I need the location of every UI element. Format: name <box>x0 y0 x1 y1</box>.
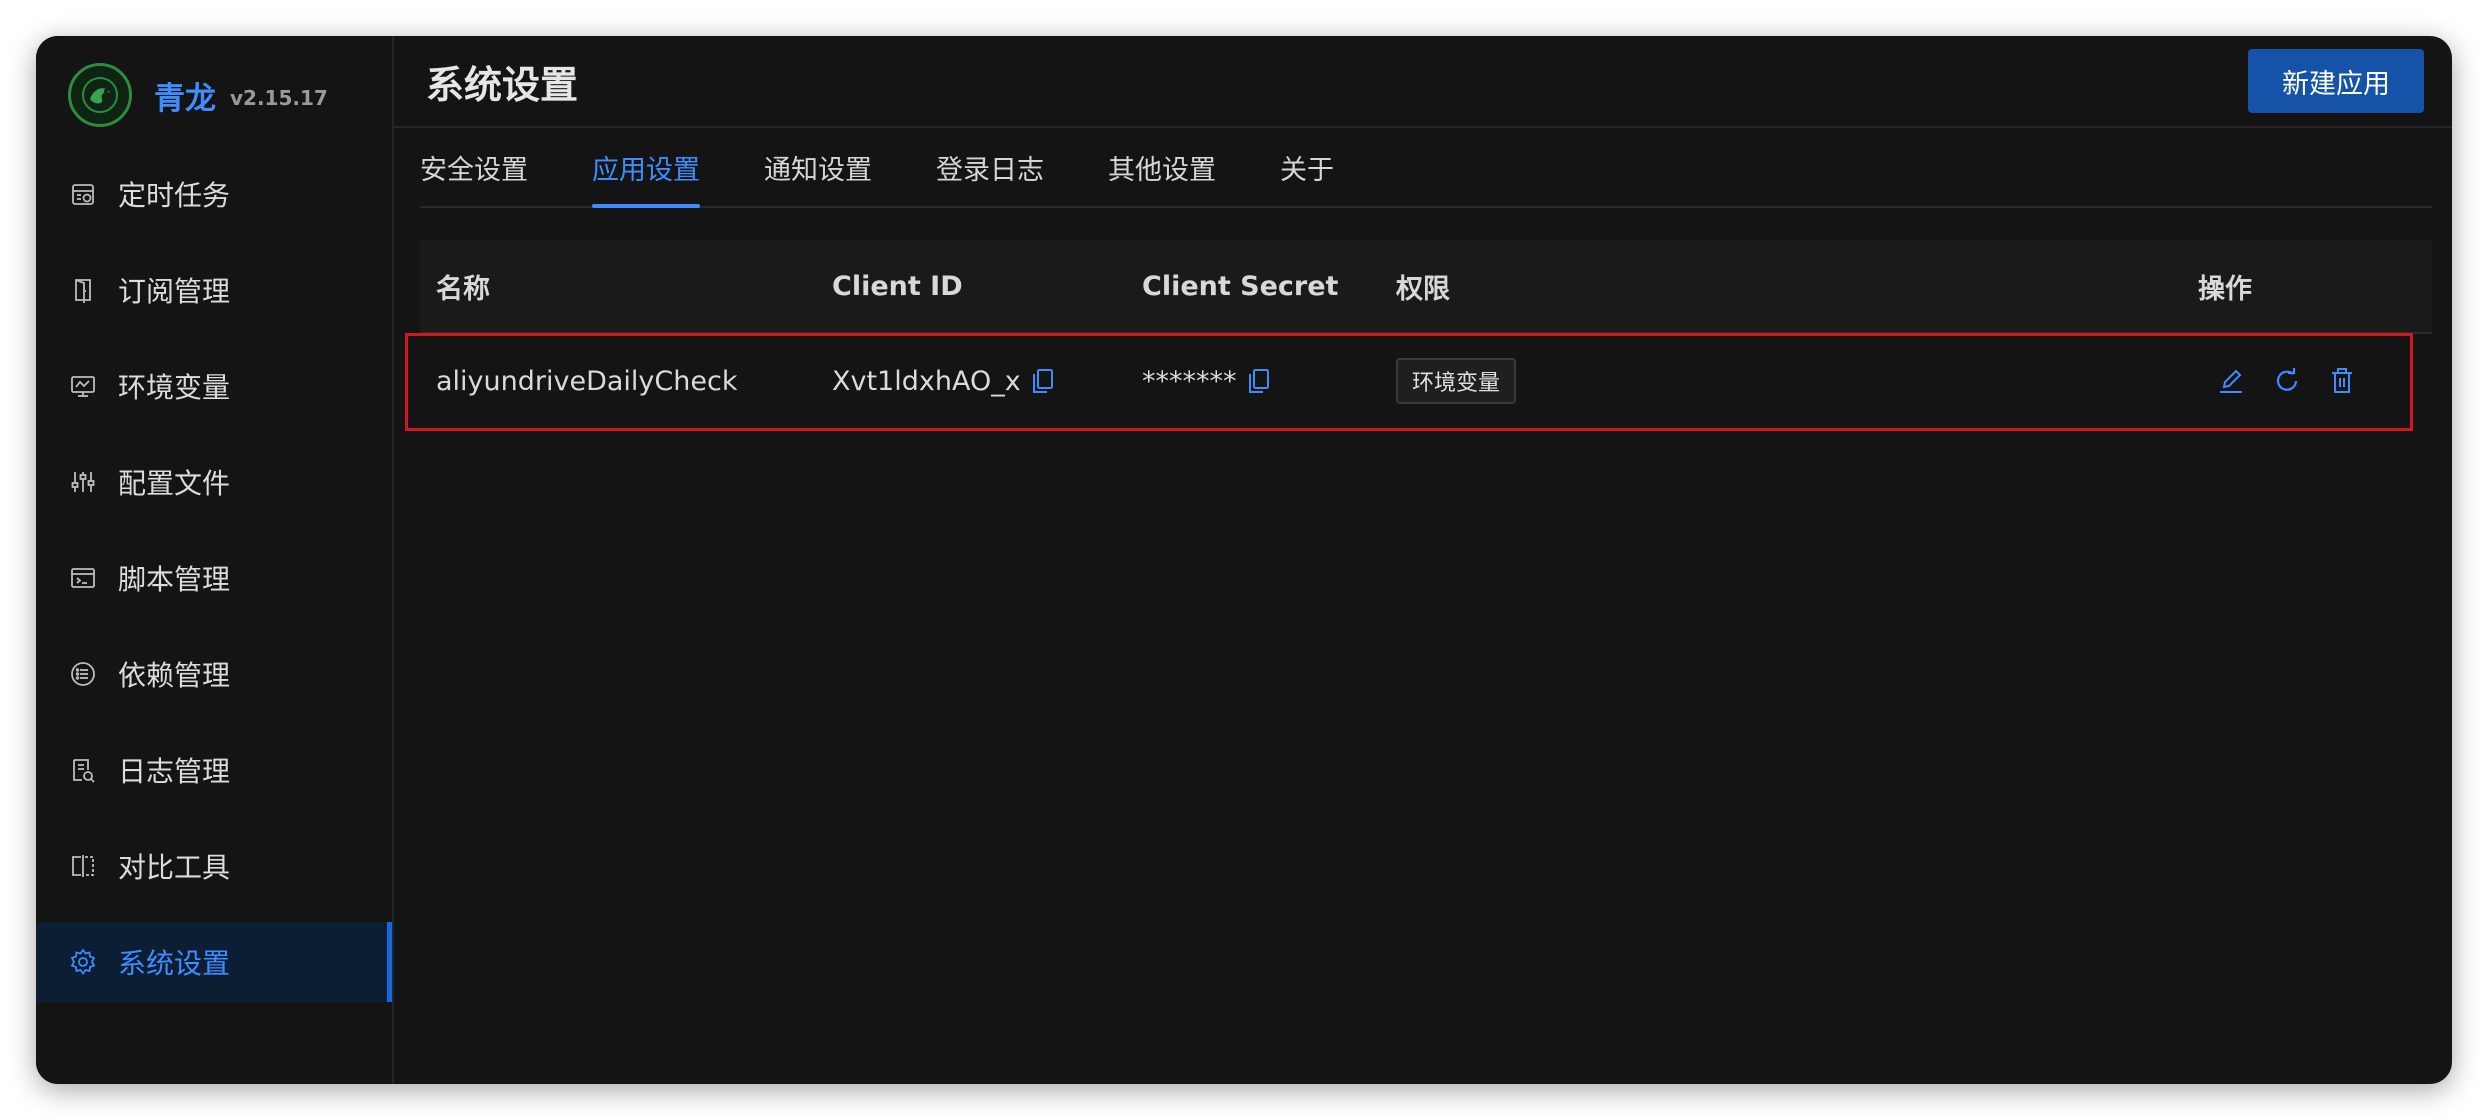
column-header-permission: 权限 <box>1396 273 1450 305</box>
sidebar-item-env[interactable]: 环境变量 <box>36 346 392 426</box>
qinglong-logo-icon <box>68 63 132 127</box>
sidebar-item-label: 配置文件 <box>118 467 231 500</box>
brand: 青龙 v2.15.17 <box>36 36 392 154</box>
apps-table: 名称 Client ID Client Secret 权限 操作 aliyund… <box>405 240 2432 431</box>
client-secret-value: ******* <box>1142 365 1237 397</box>
list-circle-icon <box>68 659 98 689</box>
sidebar-item-settings[interactable]: 系统设置 <box>36 922 392 1002</box>
sidebar-item-logs[interactable]: 日志管理 <box>36 730 392 810</box>
log-file-icon <box>68 755 98 785</box>
copy-client-id-icon[interactable] <box>1031 368 1055 394</box>
sidebar-item-label: 对比工具 <box>118 851 231 884</box>
sidebar-item-diff[interactable]: 对比工具 <box>36 826 392 906</box>
page-header: 系统设置 新建应用 <box>394 36 2452 128</box>
app-name: 青龙 <box>154 80 216 117</box>
column-header-name: 名称 <box>436 273 490 305</box>
table-header: 名称 Client ID Client Secret 权限 操作 <box>420 240 2432 334</box>
client-secret-cell: ******* <box>1126 366 1380 397</box>
sidebar-item-scripts[interactable]: 脚本管理 <box>36 538 392 618</box>
column-header-client-secret: Client Secret <box>1142 270 1339 302</box>
sliders-icon <box>68 467 98 497</box>
sidebar-item-label: 日志管理 <box>118 755 231 788</box>
permission-tag: 环境变量 <box>1396 358 1517 404</box>
sidebar-item-label: 系统设置 <box>118 947 231 980</box>
tab-about[interactable]: 关于 <box>1280 128 1334 206</box>
column-header-actions: 操作 <box>2198 273 2252 305</box>
calendar-clock-icon <box>68 179 98 209</box>
tab-security[interactable]: 安全设置 <box>420 128 528 206</box>
settings-tabs: 安全设置 应用设置 通知设置 登录日志 其他设置 关于 <box>420 128 2432 208</box>
split-compare-icon <box>68 851 98 881</box>
reset-refresh-icon[interactable] <box>2272 366 2302 396</box>
client-id-cell: Xvt1ldxhAO_x <box>816 366 1126 397</box>
sidebar-item-dependencies[interactable]: 依赖管理 <box>36 634 392 714</box>
sidebar-item-subscription[interactable]: 订阅管理 <box>36 250 392 330</box>
copy-client-secret-icon[interactable] <box>1247 368 1271 394</box>
app-window: 青龙 v2.15.17 定时任务 订阅管理 环境变量 配置文件 脚本管理 依赖管… <box>36 36 2452 1084</box>
sidebar-item-config[interactable]: 配置文件 <box>36 442 392 522</box>
sidebar-item-cron[interactable]: 定时任务 <box>36 154 392 234</box>
actions-cell <box>2182 366 2412 396</box>
tab-login-log[interactable]: 登录日志 <box>936 128 1044 206</box>
sidebar-item-label: 定时任务 <box>118 179 231 212</box>
subscription-door-icon <box>68 275 98 305</box>
app-name-cell: aliyundriveDailyCheck <box>436 365 738 397</box>
main-content: 系统设置 新建应用 安全设置 应用设置 通知设置 登录日志 其他设置 关于 名称… <box>394 36 2452 1084</box>
sidebar-item-label: 环境变量 <box>118 371 231 404</box>
sidebar-item-label: 订阅管理 <box>118 275 231 308</box>
permission-cell: 环境变量 <box>1380 358 2182 404</box>
monitor-icon <box>68 371 98 401</box>
sidebar: 青龙 v2.15.17 定时任务 订阅管理 环境变量 配置文件 脚本管理 依赖管… <box>36 36 394 1084</box>
sidebar-menu: 定时任务 订阅管理 环境变量 配置文件 脚本管理 依赖管理 日志管理 对比工具 … <box>36 154 392 1002</box>
sidebar-item-label: 依赖管理 <box>118 659 231 692</box>
tab-other-settings[interactable]: 其他设置 <box>1108 128 1216 206</box>
gear-icon <box>68 947 98 977</box>
new-app-button[interactable]: 新建应用 <box>2248 49 2424 113</box>
page-title: 系统设置 <box>426 62 579 107</box>
terminal-icon <box>68 563 98 593</box>
delete-trash-icon[interactable] <box>2328 366 2356 396</box>
tab-app-settings[interactable]: 应用设置 <box>592 128 700 208</box>
app-version: v2.15.17 <box>230 86 328 110</box>
sidebar-item-label: 脚本管理 <box>118 563 231 596</box>
table-row: aliyundriveDailyCheck Xvt1ldxhAO_x *****… <box>405 333 2413 431</box>
edit-icon[interactable] <box>2216 366 2246 396</box>
column-header-client-id: Client ID <box>832 270 963 302</box>
tab-notifications[interactable]: 通知设置 <box>764 128 872 206</box>
client-id-value: Xvt1ldxhAO_x <box>832 365 1021 397</box>
